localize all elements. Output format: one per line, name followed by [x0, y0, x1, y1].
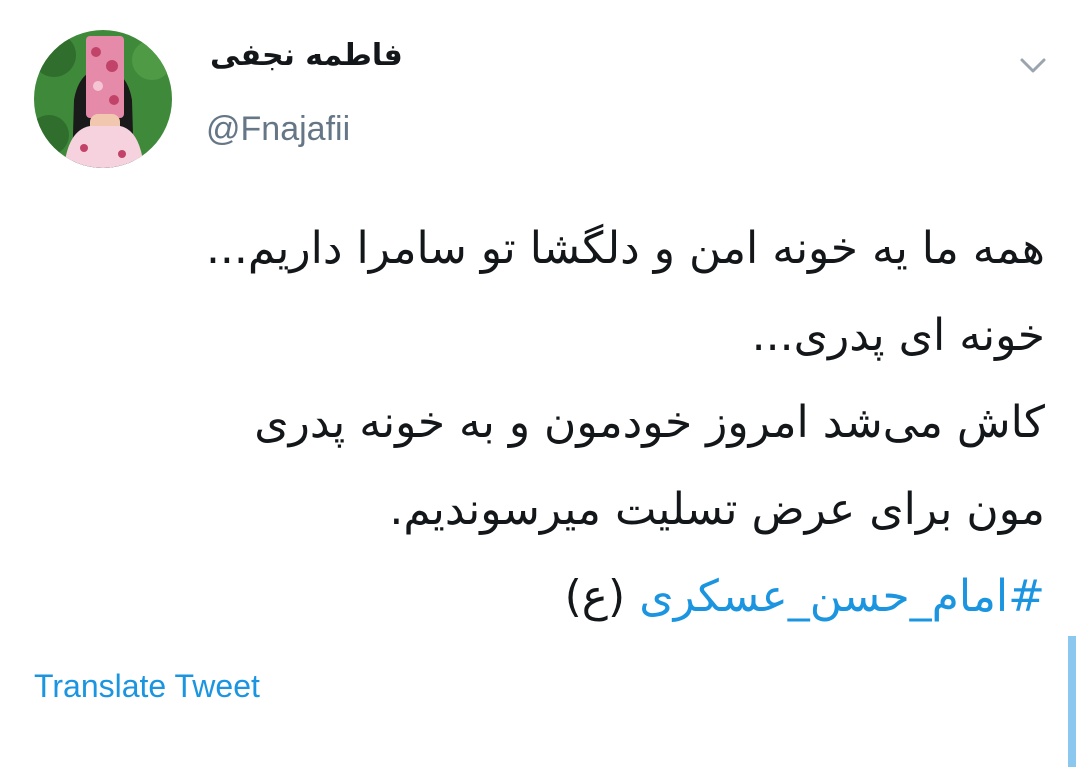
display-name[interactable]: فاطمه نجفی — [210, 38, 403, 73]
translate-tweet-link[interactable]: Translate Tweet — [34, 668, 260, 705]
tweet-hashtag-line: #امام_حسن_عسکری (ع) — [45, 553, 1045, 640]
tweet-line: همه ما یه خونه امن و دلگشا تو سامرا داری… — [205, 223, 1045, 274]
chevron-down-icon[interactable] — [1016, 50, 1050, 80]
tweet-line: خونه ای پدری... — [751, 310, 1045, 361]
user-handle[interactable]: @Fnajafii — [206, 110, 350, 149]
hashtag-suffix: (ع) — [564, 571, 640, 622]
scroll-indicator — [1068, 636, 1076, 767]
tweet-line: کاش می‌شد امروز خودمون و به خونه پدری — [254, 397, 1045, 448]
tweet-line: مون برای عرض تسلیت میرسوندیم. — [389, 484, 1045, 535]
avatar-image — [34, 30, 172, 168]
hashtag-link[interactable]: #امام_حسن_عسکری — [639, 571, 1045, 622]
tweet-text: همه ما یه خونه امن و دلگشا تو سامرا داری… — [45, 205, 1045, 640]
avatar[interactable] — [34, 30, 172, 168]
